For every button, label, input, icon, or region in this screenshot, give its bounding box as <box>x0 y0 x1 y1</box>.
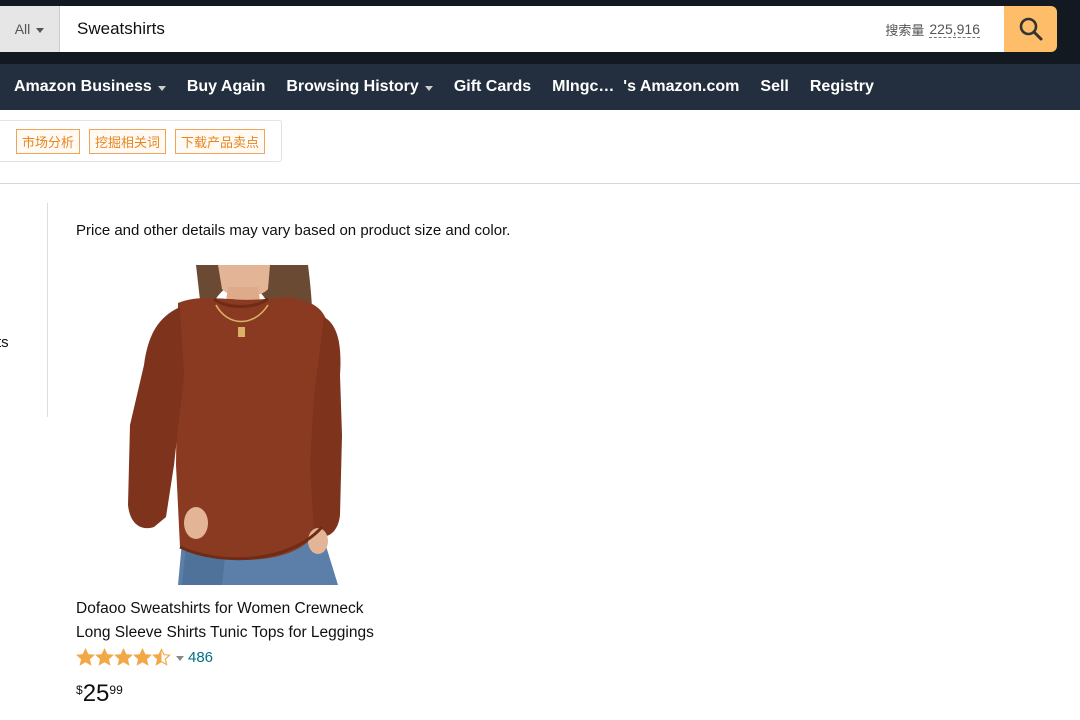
star-rating[interactable] <box>76 648 171 667</box>
product-photo <box>128 265 342 585</box>
chevron-down-icon[interactable] <box>176 656 184 661</box>
nav-item-label: Amazon Business <box>14 78 152 95</box>
star-icon <box>95 648 114 666</box>
product-rating: 486 <box>76 648 213 667</box>
chevron-down-icon <box>157 85 166 91</box>
nav-item-buy-again[interactable]: Buy Again <box>187 78 266 96</box>
plugin-tag-related-keywords[interactable]: 挖掘相关词 <box>89 128 167 154</box>
chevron-down-icon <box>36 27 45 33</box>
nav-item-label: Buy Again <box>186 78 266 95</box>
search-volume-value[interactable]: 225,916 <box>929 21 980 38</box>
nav-bar: Amazon Business Buy Again Browsing Histo… <box>0 64 1080 110</box>
search-bar: All Sweatshirts 搜索量 225,916 <box>0 6 1057 52</box>
nav-item-browsing-history[interactable]: Browsing History <box>286 78 433 96</box>
plugin-tag-download-selling-points[interactable]: 下载产品卖点 <box>175 128 266 154</box>
nav-item-label: Sell <box>760 78 789 95</box>
search-input[interactable]: Sweatshirts 搜索量 225,916 <box>60 6 1004 52</box>
search-icon <box>1019 17 1042 41</box>
review-count-link[interactable]: 486 <box>188 649 213 666</box>
chevron-down-icon <box>424 85 433 91</box>
product-title-line: Dofaoo Sweatshirts for Women Crewneck <box>76 600 364 617</box>
price-variance-notice: Price and other details may vary based o… <box>76 222 511 239</box>
sidebar-item-label[interactable]: rts <box>0 334 9 351</box>
category-select[interactable]: All <box>0 6 60 52</box>
star-icon <box>152 648 171 666</box>
star-icon <box>114 648 133 666</box>
nav-item-sell[interactable]: Sell <box>760 78 788 96</box>
product-image[interactable] <box>118 265 350 585</box>
nav-item-label: Gift Cards <box>453 78 532 95</box>
top-header: All Sweatshirts 搜索量 225,916 <box>0 0 1080 64</box>
nav-item-label: Registry <box>809 78 874 95</box>
star-icon <box>76 648 95 666</box>
nav-item-registry[interactable]: Registry <box>810 78 874 96</box>
search-volume: 搜索量 225,916 <box>885 20 980 39</box>
search-button[interactable] <box>1004 6 1057 52</box>
section-divider <box>0 183 1080 184</box>
nav-item-label: Browsing History <box>286 78 419 95</box>
sidebar-divider <box>47 203 48 417</box>
nav-item-amazon-business[interactable]: Amazon Business <box>14 78 166 96</box>
category-select-label: All <box>14 21 31 37</box>
price-symbol: $ <box>76 683 83 697</box>
product-title-link[interactable]: Dofaoo Sweatshirts for Women Crewneck Lo… <box>76 597 416 644</box>
star-icon <box>133 648 152 666</box>
plugin-toolbar: 市场分析 挖掘相关词 下载产品卖点 <box>0 120 282 162</box>
plugin-tag-market-analysis[interactable]: 市场分析 <box>16 128 81 154</box>
price-whole: 25 <box>82 680 110 707</box>
nav-item-label: MIngc… 's Amazon.com <box>552 78 740 95</box>
product-price: $ 25 99 <box>76 680 123 708</box>
search-query: Sweatshirts <box>77 19 165 38</box>
price-fraction: 99 <box>109 683 123 697</box>
nav-item-user-amazon[interactable]: MIngc… 's Amazon.com <box>552 78 739 96</box>
nav-item-gift-cards[interactable]: Gift Cards <box>454 78 531 96</box>
product-title-line: Long Sleeve Shirts Tunic Tops for Leggin… <box>76 623 374 641</box>
search-volume-label: 搜索量 <box>885 22 925 38</box>
